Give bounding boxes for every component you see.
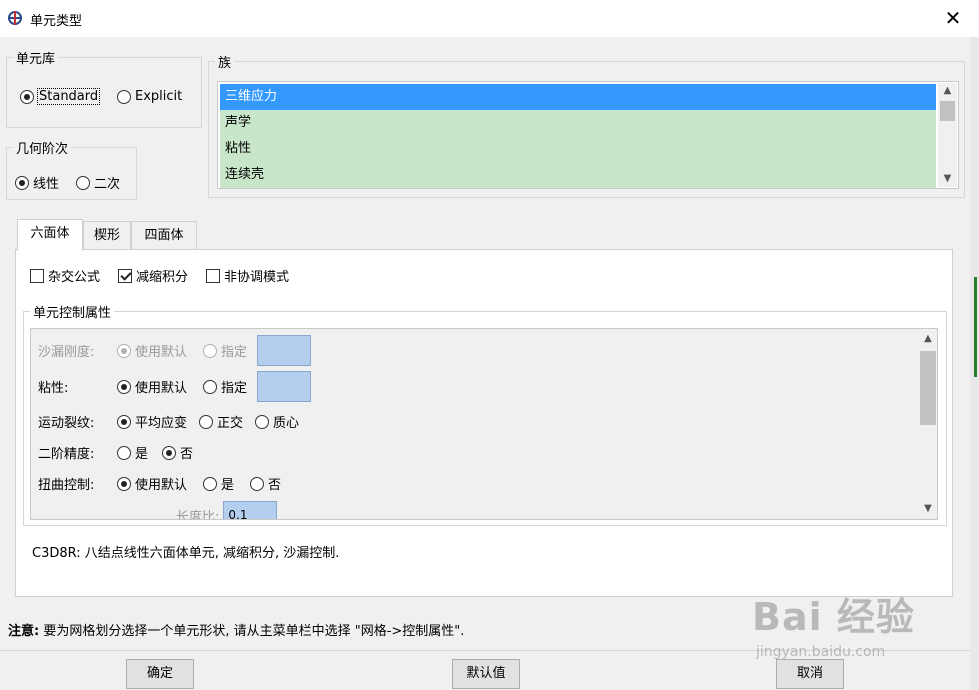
close-button[interactable]: ✕ — [930, 4, 976, 32]
accuracy-yes-radio[interactable] — [117, 445, 131, 460]
average-strain-label: 平均应变 — [135, 416, 188, 431]
hourglass-specify-label: 指定 — [221, 345, 248, 360]
distortion-default-label: 使用默认 — [135, 478, 188, 493]
cancel-button[interactable]: 取消 — [776, 659, 844, 689]
incompatible-modes-label: 非协调模式 — [224, 270, 290, 285]
hourglass-specify-radio — [203, 343, 218, 358]
controls-scroll-down-icon[interactable]: ▼ — [919, 501, 937, 517]
family-list[interactable]: 三维应力 声学 粘性 连续壳 ▲ ▼ — [217, 81, 959, 189]
hourglass-label: 沙漏刚度: — [38, 345, 95, 360]
tab-hex[interactable]: 六面体 — [17, 219, 83, 251]
accuracy-yes-label: 是 — [135, 447, 149, 462]
distortion-no-label: 否 — [268, 478, 282, 493]
hourglass-row: 沙漏刚度: 使用默认 指定 — [38, 335, 312, 366]
order-quadratic-option[interactable]: 二次 — [76, 173, 120, 192]
note-prefix: 注意: — [8, 624, 40, 639]
linear-radio[interactable] — [15, 175, 29, 190]
family-item-3d-stress[interactable]: 三维应力 — [220, 84, 936, 110]
distortion-control-label: 扭曲控制: — [38, 478, 95, 493]
hybrid-checkbox[interactable] — [30, 268, 44, 283]
quadratic-label: 二次 — [94, 177, 121, 192]
window-title: 单元类型 — [30, 14, 83, 29]
note: 注意: 要为网格划分选择一个单元形状, 请从主菜单栏中选择 "网格->控制属性"… — [8, 620, 464, 639]
tab-tet[interactable]: 四面体 — [131, 221, 197, 250]
controls-scroll-thumb[interactable] — [920, 351, 936, 425]
linear-label: 线性 — [33, 177, 60, 192]
family-legend: 族 — [218, 56, 232, 71]
length-ratio-row: 长度比: 0.1 — [176, 501, 278, 520]
centroid-radio[interactable] — [255, 414, 270, 429]
library-standard-option[interactable]: Standard — [20, 88, 101, 105]
scroll-up-icon[interactable]: ▲ — [938, 83, 957, 99]
distortion-yes-label: 是 — [221, 478, 235, 493]
element-options-row: 杂交公式 减缩积分 非协调模式 — [30, 266, 289, 285]
hourglass-value-field — [257, 335, 312, 366]
watermark-logo: Bai 经验 — [752, 595, 915, 639]
hourglass-default-radio — [117, 343, 131, 358]
element-controls-scroll-area: 沙漏刚度: 使用默认 指定 粘性: 使用默认 指定 运动裂纹: 平均应变 正交 — [30, 328, 938, 520]
explicit-radio[interactable] — [117, 89, 131, 104]
length-ratio-label: 长度比: — [176, 509, 220, 520]
family-scroll-thumb[interactable] — [940, 101, 955, 121]
distortion-control-row: 扭曲控制: 使用默认 是 否 — [38, 474, 281, 493]
accuracy-no-radio[interactable] — [162, 445, 177, 460]
background-accent — [974, 277, 977, 377]
kinematic-split-label: 运动裂纹: — [38, 416, 95, 431]
reduced-integration-label: 减缩积分 — [136, 270, 189, 285]
viscosity-value-field[interactable] — [257, 371, 312, 402]
accuracy-no-label: 否 — [180, 447, 194, 462]
viscosity-row: 粘性: 使用默认 指定 — [38, 371, 312, 402]
standard-label: Standard — [36, 88, 101, 105]
centroid-label: 质心 — [273, 416, 300, 431]
second-order-accuracy-row: 二阶精度: 是 否 — [38, 443, 193, 462]
defaults-button[interactable]: 默认值 — [452, 659, 520, 689]
family-item-acoustic[interactable]: 声学 — [220, 110, 936, 136]
scroll-down-icon[interactable]: ▼ — [938, 171, 957, 187]
watermark-url: jingyan.baidu.com — [756, 644, 886, 660]
viscosity-default-label: 使用默认 — [135, 381, 188, 396]
standard-radio[interactable] — [20, 89, 34, 104]
geometric-order-legend: 几何阶次 — [16, 142, 69, 157]
incompatible-modes-checkbox[interactable] — [206, 268, 221, 283]
note-text: 要为网格划分选择一个单元形状, 请从主菜单栏中选择 "网格->控制属性". — [43, 624, 465, 639]
tab-panel: 杂交公式 减缩积分 非协调模式 单元控制属性 沙漏刚度: 使用默认 指定 粘性:… — [15, 249, 953, 597]
quadratic-radio[interactable] — [76, 175, 90, 190]
background-edge — [970, 37, 979, 690]
tab-wedge[interactable]: 楔形 — [83, 221, 131, 250]
second-order-accuracy-label: 二阶精度: — [38, 447, 95, 462]
app-icon — [8, 11, 22, 25]
distortion-default-radio[interactable] — [117, 476, 131, 491]
orthogonal-radio[interactable] — [199, 414, 214, 429]
kinematic-split-row: 运动裂纹: 平均应变 正交 质心 — [38, 412, 299, 431]
title-bar: 单元类型 ✕ — [0, 0, 979, 37]
reduced-integration-checkbox[interactable] — [118, 268, 133, 283]
distortion-no-radio[interactable] — [250, 476, 265, 491]
element-library-legend: 单元库 — [16, 52, 56, 67]
explicit-label: Explicit — [135, 89, 183, 104]
element-controls-legend: 单元控制属性 — [33, 306, 112, 321]
order-linear-option[interactable]: 线性 — [15, 173, 59, 192]
family-item-continuum-shell[interactable]: 连续壳 — [220, 162, 936, 188]
orthogonal-label: 正交 — [217, 416, 244, 431]
hybrid-label: 杂交公式 — [48, 270, 101, 285]
element-library-group: 单元库 — [6, 48, 202, 128]
controls-scroll-up-icon[interactable]: ▲ — [919, 331, 937, 347]
library-explicit-option[interactable]: Explicit — [117, 89, 182, 104]
family-scrollbar[interactable]: ▲ ▼ — [938, 83, 957, 187]
family-item-viscous[interactable]: 粘性 — [220, 136, 936, 162]
length-ratio-field[interactable]: 0.1 — [223, 501, 278, 519]
viscosity-label: 粘性: — [38, 381, 69, 396]
hourglass-default-label: 使用默认 — [135, 345, 188, 360]
viscosity-specify-radio[interactable] — [203, 379, 218, 394]
ok-button[interactable]: 确定 — [126, 659, 194, 689]
separator — [0, 650, 970, 651]
distortion-yes-radio[interactable] — [203, 476, 218, 491]
viscosity-default-radio[interactable] — [117, 379, 131, 394]
element-description: C3D8R: 八结点线性六面体单元, 减缩积分, 沙漏控制. — [32, 546, 340, 561]
controls-scrollbar[interactable]: ▲ ▼ — [919, 329, 937, 519]
average-strain-radio[interactable] — [117, 414, 131, 429]
viscosity-specify-label: 指定 — [221, 381, 248, 396]
